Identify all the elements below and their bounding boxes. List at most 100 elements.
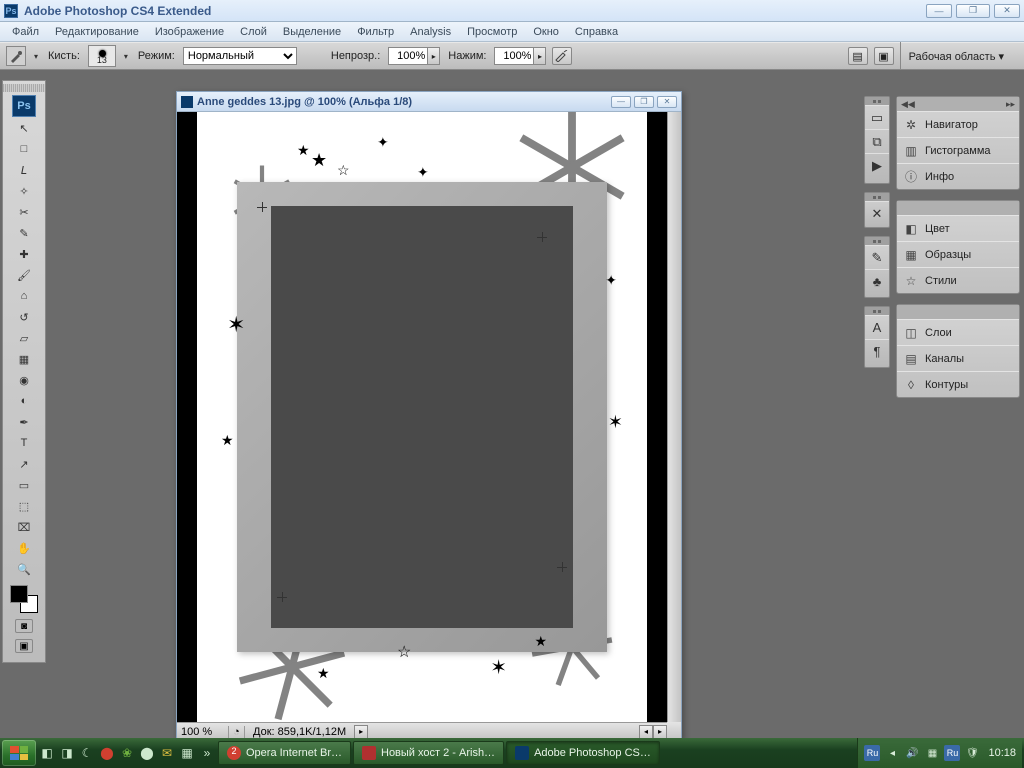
menu-select[interactable]: Выделение [275, 23, 349, 41]
quicklaunch-icon[interactable]: ◧ [38, 744, 56, 762]
tool-type[interactable]: T [14, 433, 34, 453]
panel-channels[interactable]: ▤Каналы [897, 345, 1019, 371]
start-button[interactable] [2, 740, 36, 766]
panel-toggle-icon[interactable]: ▤ [848, 47, 868, 65]
tool-gradient[interactable]: ▦ [14, 349, 34, 369]
strip-icon-brushes[interactable]: ✎ [865, 245, 889, 269]
tool-move[interactable]: ↖ [14, 118, 34, 138]
quicklaunch-icon[interactable]: ⬤ [98, 744, 116, 762]
vertical-scrollbar[interactable] [667, 112, 681, 722]
tool-3d[interactable]: ⬚ [14, 496, 34, 516]
screen-mode-icon[interactable]: ▣ [874, 47, 894, 65]
menu-file[interactable]: Файл [4, 23, 47, 41]
menu-layer[interactable]: Слой [232, 23, 275, 41]
quicklaunch-icon[interactable]: ✉ [158, 744, 176, 762]
panel-collapse-icon[interactable]: ◀◀ [901, 99, 915, 110]
taskbar-app-button[interactable]: Adobe Photoshop CS… [506, 741, 660, 765]
strip-icon-paragraph[interactable]: ¶ [865, 339, 889, 363]
strip-grab-icon[interactable] [865, 307, 889, 315]
tool-preset-dropdown-icon[interactable]: ▾ [32, 52, 40, 60]
tool-eraser[interactable]: ▱ [14, 328, 34, 348]
panel-swatches[interactable]: ▦Образцы [897, 241, 1019, 267]
tool-zoom[interactable]: 🔍 [14, 559, 34, 579]
panel-styles[interactable]: ☆Стили [897, 267, 1019, 293]
brush-dropdown-icon[interactable]: ▾ [122, 52, 130, 60]
close-button[interactable]: ✕ [994, 4, 1020, 18]
quicklaunch-icon[interactable]: ❀ [118, 744, 136, 762]
tool-pen[interactable]: ✒ [14, 412, 34, 432]
strip-grab-icon[interactable] [865, 193, 889, 201]
menu-image[interactable]: Изображение [147, 23, 232, 41]
flow-input[interactable]: ▸ [494, 47, 546, 65]
panel-menu-icon[interactable]: ▸▸ [1006, 99, 1015, 110]
quicklaunch-icon[interactable]: ☾ [78, 744, 96, 762]
minimize-button[interactable]: — [926, 4, 952, 18]
tray-icon[interactable]: ◂ [884, 745, 900, 761]
taskbar-app-button[interactable]: 2Opera Internet Br… [218, 741, 351, 765]
panel-layers[interactable]: ◫Слои [897, 319, 1019, 345]
tray-icon[interactable]: 🔊 [904, 745, 920, 761]
panel-info[interactable]: ⓘИнфо [897, 163, 1019, 189]
tool-shape[interactable]: ▭ [14, 475, 34, 495]
blend-mode-select[interactable]: Нормальный [183, 47, 297, 65]
tool-3d-camera[interactable]: ⌧ [14, 517, 34, 537]
color-swatch[interactable] [10, 585, 38, 613]
strip-icon-tools[interactable]: ✕ [865, 201, 889, 225]
hscroll-left-icon[interactable]: ◂ [639, 725, 653, 739]
screenmode-toolbox-icon[interactable]: ▣ [15, 639, 33, 653]
tool-preset-icon[interactable] [6, 46, 26, 66]
tray-icon[interactable]: ▦ [924, 745, 940, 761]
workspace-switcher[interactable]: Рабочая область ▾ [900, 42, 1018, 70]
tray-icon[interactable]: 🛡 [964, 745, 980, 761]
tool-marquee[interactable]: □ [14, 139, 34, 159]
tool-app-icon[interactable]: Ps [12, 95, 36, 117]
menu-view[interactable]: Просмотр [459, 23, 525, 41]
strip-icon-character[interactable]: A [865, 315, 889, 339]
taskbar-app-button[interactable]: Новый хост 2 - Arish… [353, 741, 504, 765]
strip-icon-play[interactable]: ▶ [865, 153, 889, 177]
strip-icon-clone[interactable]: ♣ [865, 269, 889, 293]
tool-history-brush[interactable]: ↺ [14, 307, 34, 327]
hscroll-right-icon[interactable]: ▸ [653, 725, 667, 739]
quicklaunch-icon[interactable]: ◨ [58, 744, 76, 762]
language-indicator[interactable]: Ru [864, 745, 880, 761]
menu-edit[interactable]: Редактирование [47, 23, 147, 41]
tool-eyedropper[interactable]: ✎ [14, 223, 34, 243]
zoom-field[interactable]: 100 % [177, 726, 229, 738]
tool-dodge[interactable]: ◐ [14, 391, 34, 411]
taskbar-clock[interactable]: 10:18 [984, 747, 1016, 759]
tool-hand[interactable]: ✋ [14, 538, 34, 558]
tool-lasso[interactable]: 𝘓 [14, 160, 34, 180]
quicklaunch-expand-icon[interactable]: » [198, 744, 216, 762]
strip-grab-icon[interactable] [865, 237, 889, 245]
doc-close-button[interactable]: ✕ [657, 96, 677, 108]
strip-grab-icon[interactable] [865, 97, 889, 105]
document-info[interactable]: Док: 859,1K/1,12M [245, 726, 354, 738]
document-titlebar[interactable]: Anne geddes 13.jpg @ 100% (Альфа 1/8) — … [177, 92, 681, 112]
doc-maximize-button[interactable]: ❐ [634, 96, 654, 108]
menu-help[interactable]: Справка [567, 23, 626, 41]
quicklaunch-icon[interactable]: ⬤ [138, 744, 156, 762]
document-canvas[interactable]: ★ ★ ☆ ✦ ✦ ★ ☆ ✶ ★ ✶ ★ ✦ ✶ [177, 112, 667, 722]
strip-icon-history[interactable]: ▭ [865, 105, 889, 129]
tool-crop[interactable]: ✂ [14, 202, 34, 222]
opacity-input[interactable]: ▸ [388, 47, 440, 65]
maximize-button[interactable]: ❐ [956, 4, 990, 18]
quicklaunch-icon[interactable]: ▦ [178, 744, 196, 762]
airbrush-icon[interactable] [552, 47, 572, 65]
menu-analysis[interactable]: Analysis [402, 23, 459, 41]
tool-healing[interactable]: ✚ [14, 244, 34, 264]
panel-paths[interactable]: ◊Контуры [897, 371, 1019, 397]
tool-path-select[interactable]: ↗ [14, 454, 34, 474]
menu-filter[interactable]: Фильтр [349, 23, 402, 41]
panel-color[interactable]: ◧Цвет [897, 215, 1019, 241]
status-popup-icon[interactable]: ◔ [229, 726, 245, 738]
quickmask-icon[interactable]: ◙ [15, 619, 33, 633]
doc-minimize-button[interactable]: — [611, 96, 631, 108]
tool-magic-wand[interactable]: ✧ [14, 181, 34, 201]
brush-picker[interactable]: 13 [88, 45, 116, 67]
language-indicator[interactable]: Ru [944, 745, 960, 761]
tool-stamp[interactable]: ⌂ [14, 286, 34, 306]
toolbox-grab-icon[interactable] [3, 84, 45, 92]
tool-brush[interactable]: 🖌 [14, 265, 34, 285]
